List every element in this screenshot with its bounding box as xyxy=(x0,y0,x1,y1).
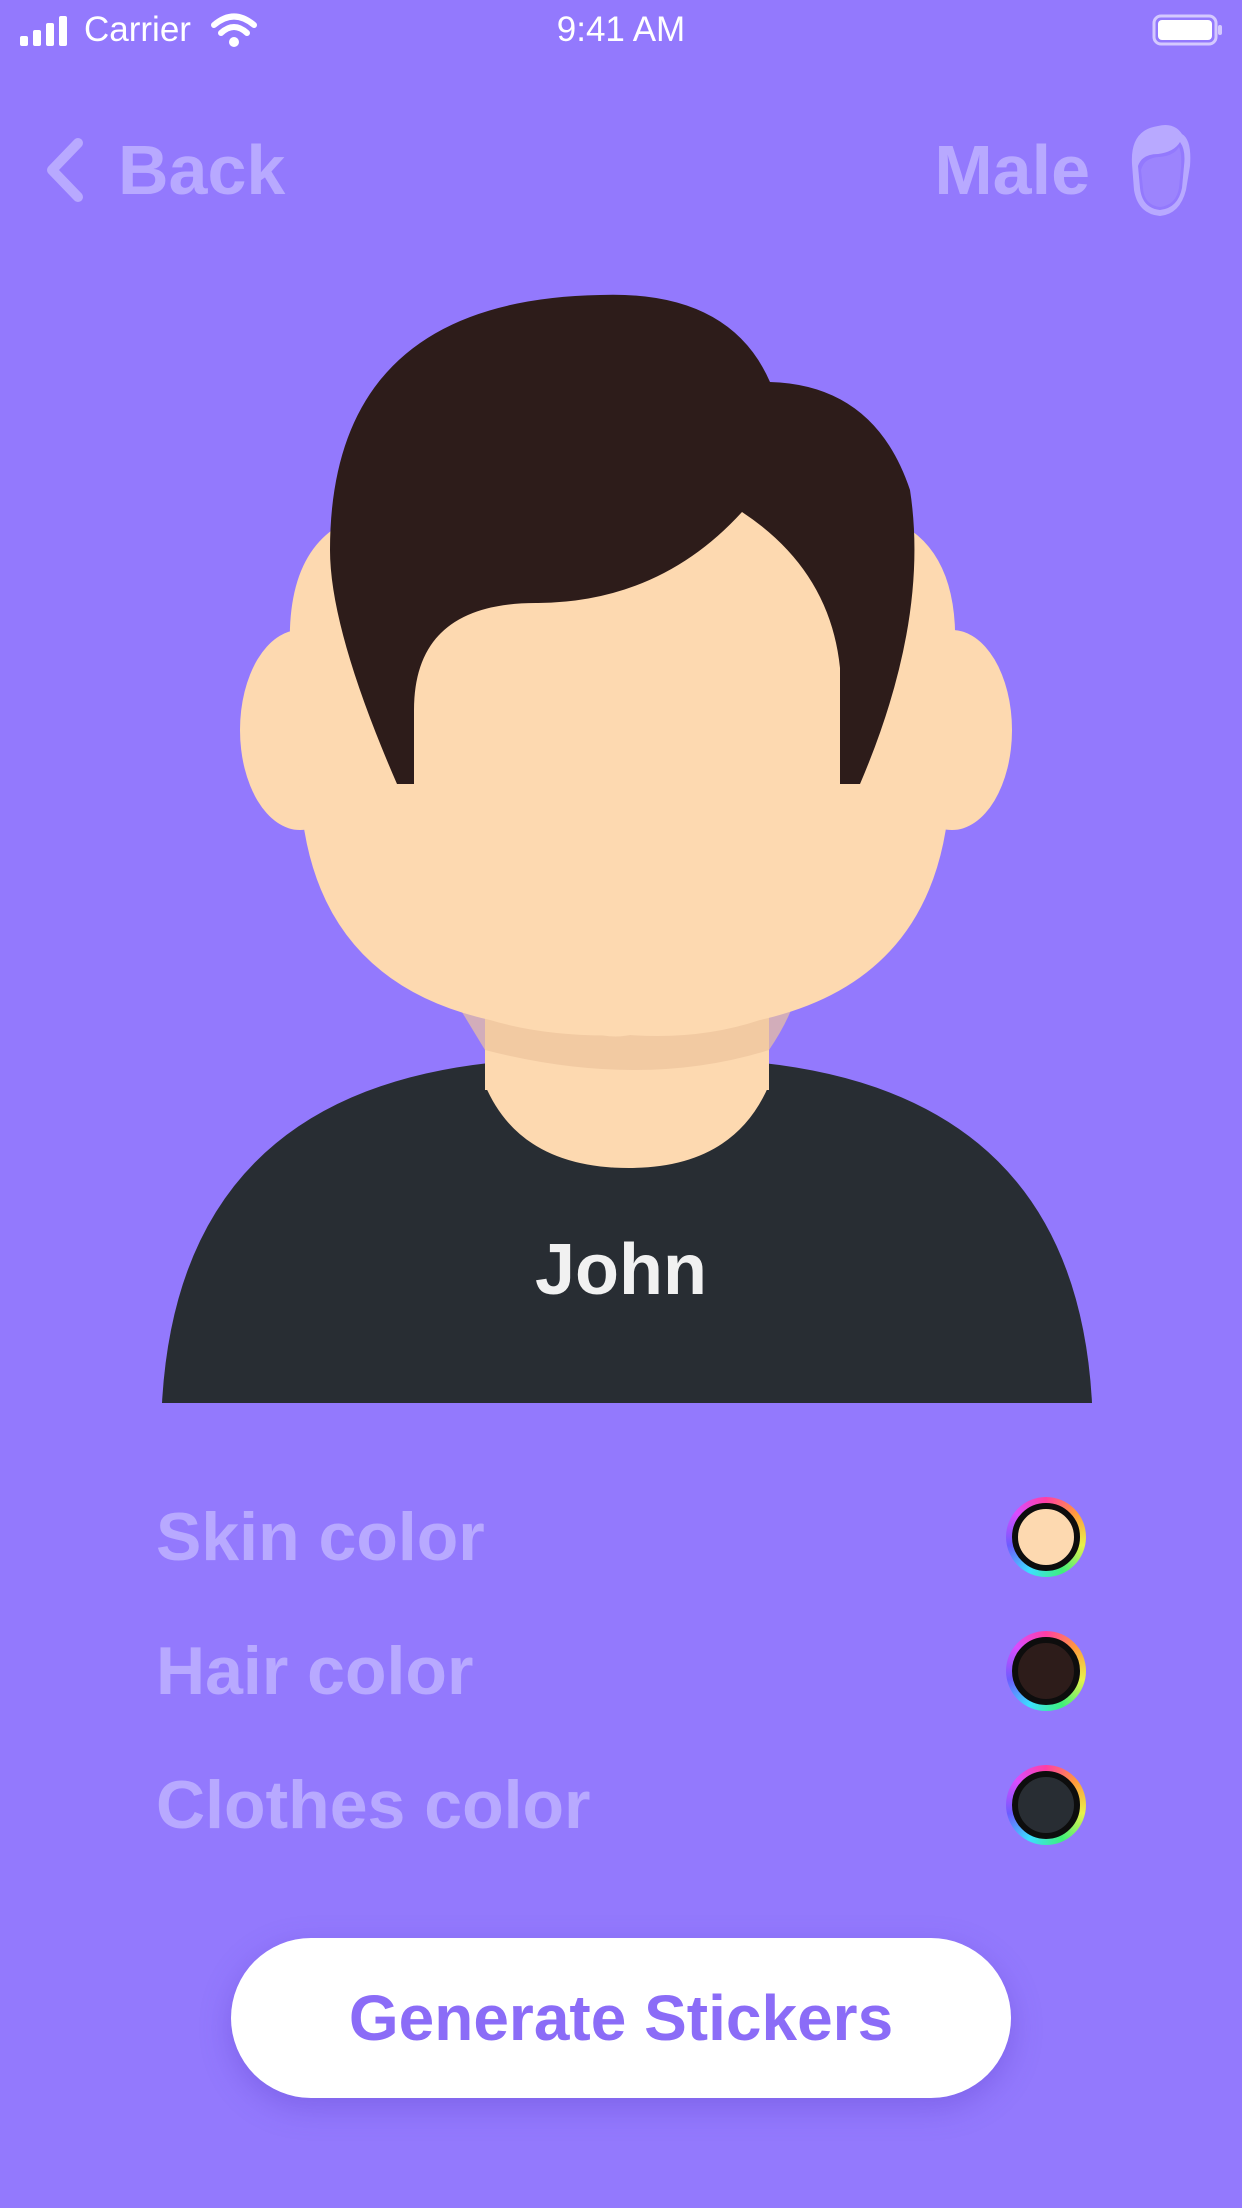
hair-color-swatch[interactable] xyxy=(1006,1631,1086,1711)
battery-icon xyxy=(1152,14,1222,46)
chevron-left-icon xyxy=(47,138,83,202)
gender-toggle-button[interactable]: Male xyxy=(934,120,1194,220)
back-button[interactable]: Back xyxy=(40,130,285,210)
male-head-icon xyxy=(1131,125,1191,216)
skin-color-swatch[interactable] xyxy=(1006,1497,1086,1577)
hair-color-option[interactable]: Hair color xyxy=(156,1604,1086,1738)
status-bar: Carrier 9:41 AM xyxy=(0,0,1242,60)
back-label: Back xyxy=(118,131,286,209)
skin-color-option[interactable]: Skin color xyxy=(156,1470,1086,1604)
clothes-color-fill xyxy=(1012,1771,1080,1839)
clothes-color-swatch[interactable] xyxy=(1006,1765,1086,1845)
hair-color-label: Hair color xyxy=(156,1633,474,1709)
skin-color-label: Skin color xyxy=(156,1499,485,1575)
avatar-name-label: John xyxy=(535,1230,707,1310)
clothes-color-label: Clothes color xyxy=(156,1767,591,1843)
nav-bar: Back Male xyxy=(0,110,1242,230)
gender-label: Male xyxy=(934,131,1090,209)
generate-stickers-label: Generate Stickers xyxy=(348,1982,894,2054)
status-time: 9:41 AM xyxy=(556,10,686,49)
generate-stickers-button[interactable]: Generate Stickers xyxy=(231,1938,1011,2098)
color-options: Skin color Hair color Clothes color xyxy=(156,1470,1086,1872)
clothes-color-option[interactable]: Clothes color xyxy=(156,1738,1086,1872)
hair-color-fill xyxy=(1012,1637,1080,1705)
skin-color-fill xyxy=(1012,1503,1080,1571)
